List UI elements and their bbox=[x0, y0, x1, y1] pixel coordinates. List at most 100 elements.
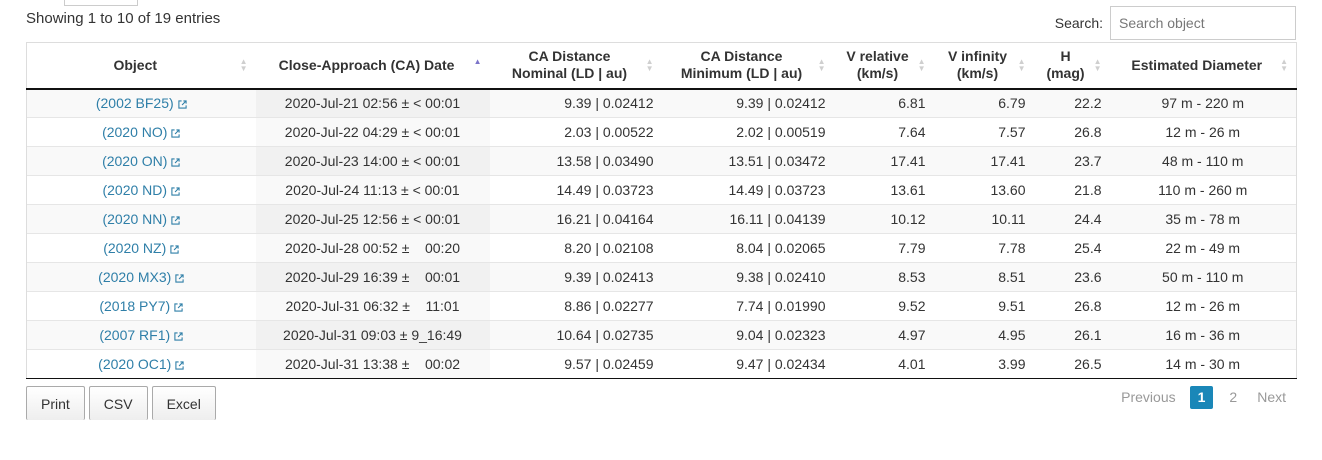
cell-h-mag: 23.7 bbox=[1033, 146, 1110, 176]
column-header-sublabel: (km/s) bbox=[856, 65, 899, 82]
table-info: Showing 1 to 10 of 19 entries bbox=[26, 10, 221, 27]
cell-ca-date: 2020-Jul-29 16:39 ± 00:01 bbox=[255, 262, 490, 292]
cell-object: (2020 OC1) bbox=[26, 349, 256, 379]
cell-v-infinity: 7.57 bbox=[933, 117, 1034, 147]
search-input[interactable] bbox=[1110, 6, 1296, 40]
column-header-v-relative[interactable]: V relative (km/s) ▲ ▼ bbox=[833, 42, 934, 90]
object-link[interactable]: (2007 RF1) bbox=[99, 327, 170, 343]
cell-estimated-diameter: 35 m - 78 m bbox=[1109, 204, 1297, 234]
cell-h-mag: 26.1 bbox=[1033, 320, 1110, 350]
cell-v-relative: 7.79 bbox=[833, 233, 934, 263]
object-link[interactable]: (2018 PY7) bbox=[99, 298, 170, 314]
object-link[interactable]: (2020 ND) bbox=[102, 182, 167, 198]
cell-ca-distance-nominal: 14.49 | 0.03723 bbox=[489, 175, 662, 205]
cell-v-infinity: 13.60 bbox=[933, 175, 1034, 205]
object-link[interactable]: (2020 MX3) bbox=[98, 269, 171, 285]
cell-v-relative: 17.41 bbox=[833, 146, 934, 176]
object-link[interactable]: (2002 BF25) bbox=[96, 95, 174, 111]
column-header-label: H bbox=[1060, 48, 1071, 65]
object-link[interactable]: (2020 ON) bbox=[102, 153, 167, 169]
table-row: (2020 NN) 2020-Jul-25 12:56 ± < 00:01 16.2… bbox=[26, 204, 1297, 234]
csv-button[interactable]: CSV bbox=[88, 386, 148, 420]
cell-object: (2020 NZ) bbox=[26, 233, 256, 263]
cell-v-infinity: 6.79 bbox=[933, 88, 1034, 118]
sort-icon: ▲ ▼ bbox=[645, 57, 654, 74]
column-header-v-infinity[interactable]: V infinity (km/s) ▲ ▼ bbox=[933, 42, 1034, 90]
cell-ca-date: 2020-Jul-21 02:56 ± < 00:01 bbox=[255, 88, 490, 118]
cell-v-relative: 13.61 bbox=[833, 175, 934, 205]
cell-ca-distance-nominal: 10.64 | 0.02735 bbox=[489, 320, 662, 350]
cell-ca-date: 2020-Jul-25 12:56 ± < 00:01 bbox=[255, 204, 490, 234]
cell-estimated-diameter: 110 m - 260 m bbox=[1109, 175, 1297, 205]
print-button[interactable]: Print bbox=[26, 386, 85, 420]
cell-v-infinity: 17.41 bbox=[933, 146, 1034, 176]
external-link-icon[interactable] bbox=[171, 183, 180, 196]
external-link-icon[interactable] bbox=[174, 299, 183, 312]
object-link[interactable]: (2020 NN) bbox=[102, 211, 167, 227]
cell-ca-distance-minimum: 9.39 | 0.02412 bbox=[661, 88, 834, 118]
object-link[interactable]: (2020 NZ) bbox=[103, 240, 166, 256]
cell-v-relative: 10.12 bbox=[833, 204, 934, 234]
search-label: Search: bbox=[1054, 15, 1103, 31]
column-header-ca-distance-nominal[interactable]: CA Distance Nominal (LD | au) ▲ ▼ bbox=[489, 42, 662, 90]
column-header-sublabel: (km/s) bbox=[956, 65, 999, 82]
object-link[interactable]: (2020 OC1) bbox=[98, 356, 171, 372]
cell-v-relative: 7.64 bbox=[833, 117, 934, 147]
cell-ca-date: 2020-Jul-22 04:29 ± < 00:01 bbox=[255, 117, 490, 147]
page-1-button[interactable]: 1 bbox=[1189, 386, 1214, 409]
cell-ca-date: 2020-Jul-23 14:00 ± < 00:01 bbox=[255, 146, 490, 176]
column-header-label: CA Distance bbox=[700, 48, 783, 65]
table-row: (2020 ON) 2020-Jul-23 14:00 ± < 00:01 13.5… bbox=[26, 146, 1297, 176]
cell-ca-distance-nominal: 16.21 | 0.04164 bbox=[489, 204, 662, 234]
cell-object: (2020 ON) bbox=[26, 146, 256, 176]
external-link-icon[interactable] bbox=[175, 270, 184, 283]
external-link-icon[interactable] bbox=[175, 357, 184, 370]
column-header-label: Object bbox=[113, 56, 158, 73]
external-link-icon[interactable] bbox=[174, 328, 183, 341]
cell-h-mag: 25.4 bbox=[1033, 233, 1110, 263]
cell-estimated-diameter: 16 m - 36 m bbox=[1109, 320, 1297, 350]
cell-object: (2020 ND) bbox=[26, 175, 256, 205]
sort-icon: ▲ ▼ bbox=[1280, 57, 1288, 74]
external-link-icon[interactable] bbox=[170, 241, 179, 254]
table-row: (2007 RF1) 2020-Jul-31 09:03 ± 9_16:49 10.… bbox=[26, 320, 1297, 350]
search-bar: Search: bbox=[1055, 6, 1296, 40]
cell-estimated-diameter: 22 m - 49 m bbox=[1109, 233, 1297, 263]
previous-page-button[interactable]: Previous bbox=[1111, 386, 1185, 409]
column-header-ca-date[interactable]: Close-Approach (CA) Date ▲▼ bbox=[255, 42, 490, 90]
external-link-icon[interactable] bbox=[171, 154, 181, 167]
export-buttons: Print CSV Excel bbox=[26, 386, 220, 420]
external-link-icon[interactable] bbox=[178, 96, 187, 109]
sort-icon: ▲ ▼ bbox=[1017, 57, 1026, 74]
cell-estimated-diameter: 48 m - 110 m bbox=[1109, 146, 1297, 176]
column-header-ca-distance-minimum[interactable]: CA Distance Minimum (LD | au) ▲ ▼ bbox=[661, 42, 834, 90]
sort-icon: ▲ ▼ bbox=[817, 57, 826, 74]
cell-ca-distance-nominal: 8.20 | 0.02108 bbox=[489, 233, 662, 263]
cell-ca-distance-nominal: 13.58 | 0.03490 bbox=[489, 146, 662, 176]
excel-button[interactable]: Excel bbox=[151, 386, 216, 420]
table-row: (2020 OC1) 2020-Jul-31 13:38 ± 00:02 9.57 … bbox=[26, 349, 1297, 379]
external-link-icon[interactable] bbox=[171, 125, 181, 138]
column-header-estimated-diameter[interactable]: Estimated Diameter ▲ ▼ bbox=[1109, 42, 1297, 90]
column-header-h-mag[interactable]: H (mag) ▲ ▼ bbox=[1033, 42, 1110, 90]
cell-ca-distance-minimum: 2.02 | 0.00519 bbox=[661, 117, 834, 147]
column-header-label: Close-Approach (CA) Date bbox=[278, 56, 455, 73]
cell-v-relative: 9.52 bbox=[833, 291, 934, 321]
cell-estimated-diameter: 50 m - 110 m bbox=[1109, 262, 1297, 292]
table-row: (2020 NO) 2020-Jul-22 04:29 ± < 00:01 2.03… bbox=[26, 117, 1297, 147]
cell-object: (2018 PY7) bbox=[26, 291, 256, 321]
cell-estimated-diameter: 12 m - 26 m bbox=[1109, 117, 1297, 147]
external-link-icon[interactable] bbox=[171, 212, 180, 225]
next-page-button[interactable]: Next bbox=[1247, 386, 1296, 409]
cell-ca-distance-nominal: 2.03 | 0.00522 bbox=[489, 117, 662, 147]
sort-icon: ▲ ▼ bbox=[917, 57, 926, 74]
table-row: (2002 BF25) 2020-Jul-21 02:56 ± < 00:01 9.… bbox=[26, 88, 1297, 118]
page-2-button[interactable]: 2 bbox=[1221, 386, 1245, 409]
object-link[interactable]: (2020 NO) bbox=[102, 124, 167, 140]
column-header-label: Estimated Diameter bbox=[1131, 56, 1263, 73]
cell-h-mag: 26.8 bbox=[1033, 117, 1110, 147]
column-header-sublabel: (mag) bbox=[1046, 65, 1085, 82]
column-header-object[interactable]: Object ▲ ▼ bbox=[26, 42, 256, 90]
cell-v-infinity: 9.51 bbox=[933, 291, 1034, 321]
cell-h-mag: 24.4 bbox=[1033, 204, 1110, 234]
